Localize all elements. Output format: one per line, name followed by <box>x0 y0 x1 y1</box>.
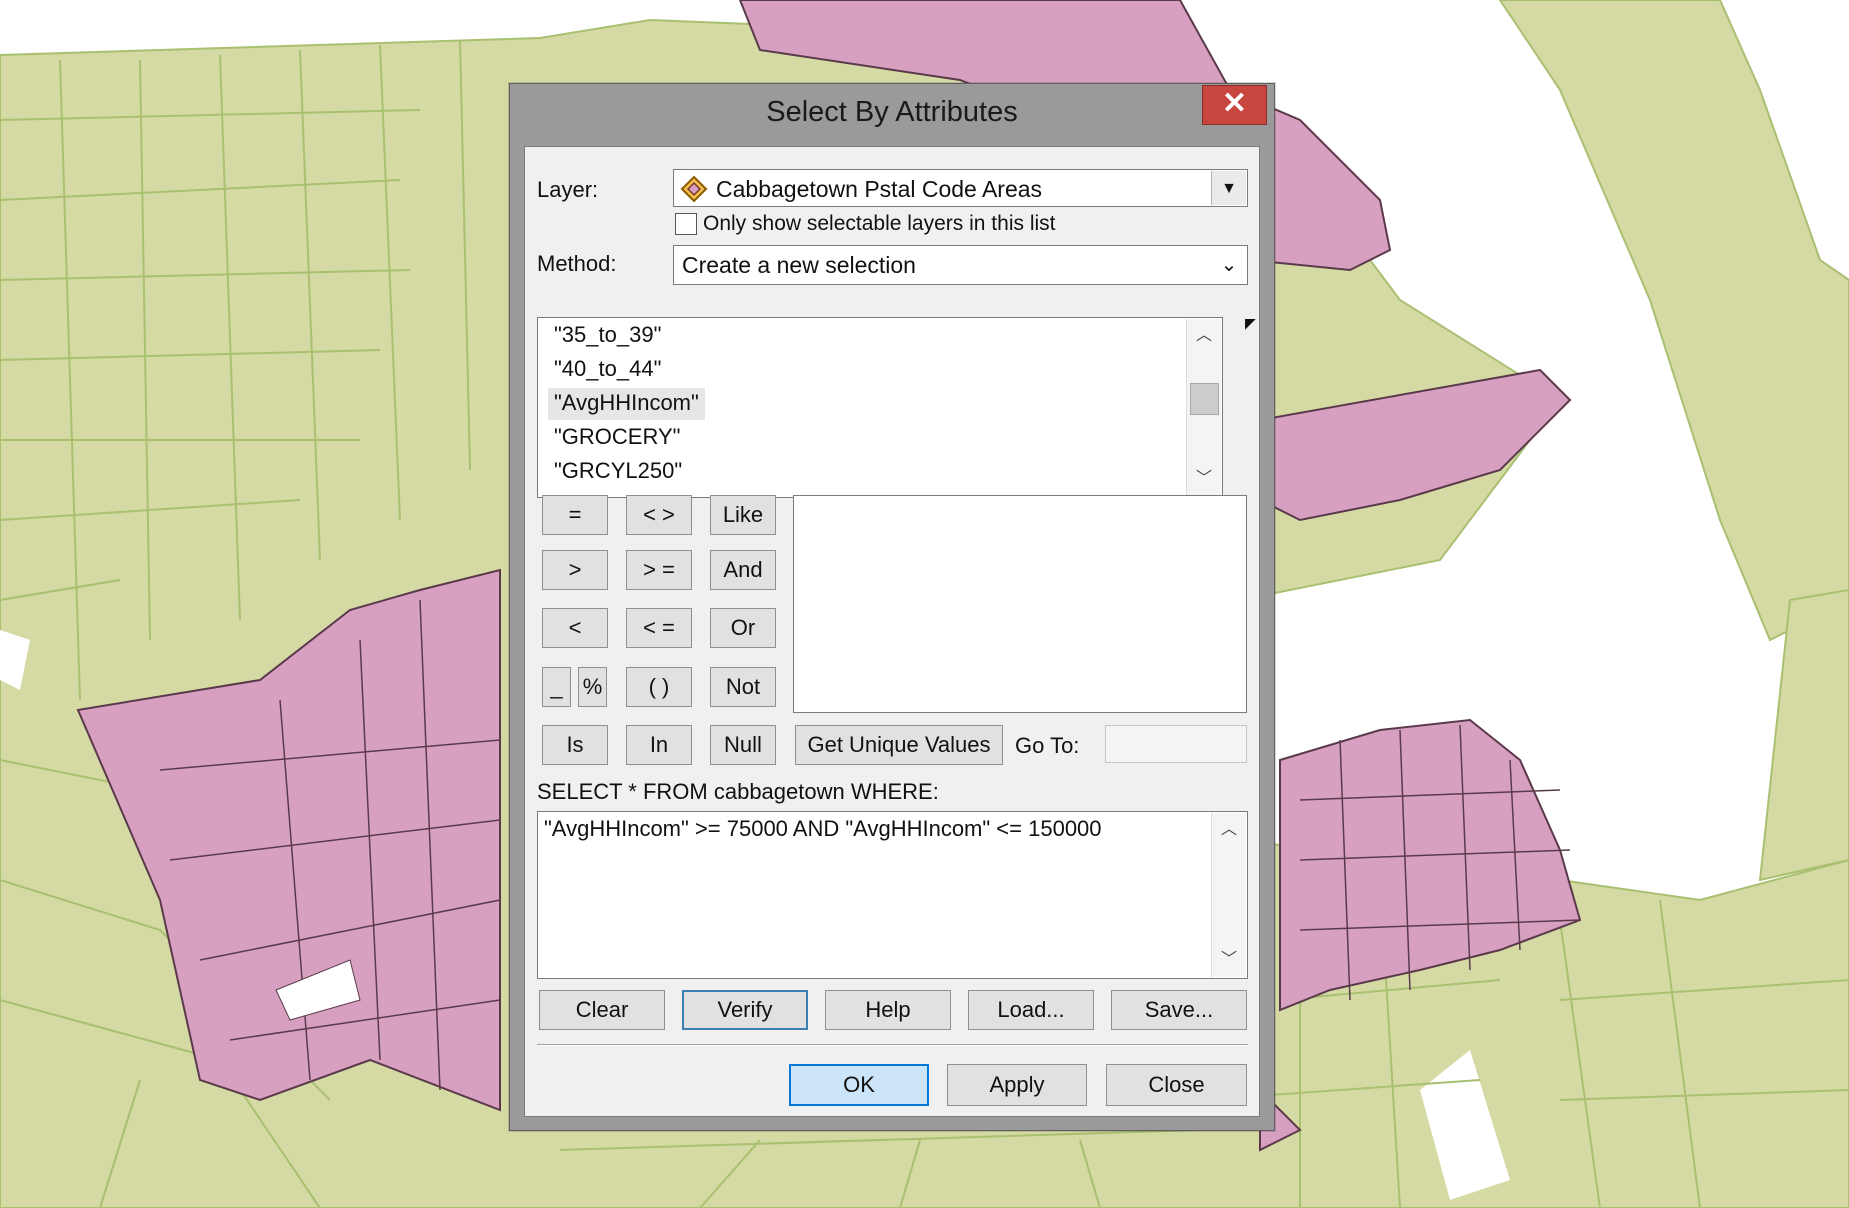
get-unique-values-button[interactable]: Get Unique Values <box>795 725 1003 765</box>
operator-greater-button[interactable]: > <box>542 550 608 590</box>
parentheses-button[interactable]: ( ) <box>626 667 692 707</box>
operator-greater-equal-button[interactable]: > = <box>626 550 692 590</box>
operator-not-equals-button[interactable]: < > <box>626 495 692 535</box>
fields-scrollbar[interactable]: ︿ ﹀ <box>1186 319 1221 496</box>
dialog-titlebar[interactable]: Select By Attributes ✕ <box>510 84 1274 142</box>
apply-button[interactable]: Apply <box>947 1064 1087 1106</box>
operator-less-equal-button[interactable]: < = <box>626 608 692 648</box>
chevron-down-icon[interactable]: ⌄ <box>1212 247 1246 283</box>
operator-null-button[interactable]: Null <box>710 725 776 765</box>
layer-dropdown-value: Cabbagetown Pstal Code Areas <box>716 176 1043 202</box>
operator-is-button[interactable]: Is <box>542 725 608 765</box>
field-item[interactable]: "GRCYL250" <box>548 456 688 488</box>
ok-button[interactable]: OK <box>789 1064 929 1106</box>
load-button[interactable]: Load... <box>968 990 1094 1030</box>
unique-values-list[interactable] <box>793 495 1247 713</box>
close-button[interactable]: Close <box>1106 1064 1247 1106</box>
scroll-up-icon[interactable]: ︿ <box>1212 813 1246 847</box>
layer-dropdown[interactable]: Cabbagetown Pstal Code Areas ▼ <box>673 169 1248 207</box>
scroll-down-icon[interactable]: ﹀ <box>1212 943 1246 977</box>
chevron-down-icon[interactable]: ▼ <box>1211 171 1246 205</box>
scroll-up-icon[interactable]: ︿ <box>1187 319 1221 353</box>
layer-label: Layer: <box>537 177 599 202</box>
dialog-client-area: Layer: Cabbagetown Pstal Code Areas ▼ On… <box>524 146 1260 1117</box>
wildcard-underscore-button[interactable]: _ <box>542 667 571 707</box>
separator <box>537 1044 1248 1046</box>
close-window-button[interactable]: ✕ <box>1202 85 1267 125</box>
only-selectable-checkbox[interactable] <box>675 213 697 235</box>
operator-or-button[interactable]: Or <box>710 608 776 648</box>
verify-button[interactable]: Verify <box>682 990 808 1030</box>
expression-textbox[interactable]: "AvgHHIncom" >= 75000 AND "AvgHHIncom" <… <box>537 811 1248 979</box>
field-item[interactable]: "40_to_44" <box>548 354 667 386</box>
help-button[interactable]: Help <box>825 990 951 1030</box>
dialog-title: Select By Attributes <box>766 96 1018 128</box>
expression-text: "AvgHHIncom" >= 75000 AND "AvgHHIncom" <… <box>544 816 1102 841</box>
method-label: Method: <box>537 251 617 276</box>
goto-input[interactable] <box>1105 725 1247 763</box>
save-button[interactable]: Save... <box>1111 990 1247 1030</box>
select-by-attributes-dialog: Select By Attributes ✕ Layer: Cabbagetow… <box>509 83 1275 1131</box>
only-selectable-label: Only show selectable layers in this list <box>703 212 1056 235</box>
operator-and-button[interactable]: And <box>710 550 776 590</box>
list-options-icon[interactable]: ◤ <box>1245 315 1256 332</box>
operator-equals-button[interactable]: = <box>542 495 608 535</box>
select-from-label: SELECT * FROM cabbagetown WHERE: <box>537 779 939 804</box>
expression-scrollbar[interactable]: ︿ ﹀ <box>1211 813 1246 977</box>
operator-not-button[interactable]: Not <box>710 667 776 707</box>
method-dropdown[interactable]: Create a new selection ⌄ <box>673 245 1248 285</box>
clear-button[interactable]: Clear <box>539 990 665 1030</box>
polygon-layer-icon <box>680 175 708 203</box>
operator-like-button[interactable]: Like <box>710 495 776 535</box>
field-item-selected[interactable]: "AvgHHIncom" <box>548 388 705 420</box>
method-dropdown-value: Create a new selection <box>682 252 916 278</box>
operator-less-button[interactable]: < <box>542 608 608 648</box>
wildcard-percent-button[interactable]: % <box>578 667 607 707</box>
operator-in-button[interactable]: In <box>626 725 692 765</box>
field-item[interactable]: "GROCERY" <box>548 422 686 454</box>
field-item[interactable]: "35_to_39" <box>548 320 667 352</box>
scrollbar-thumb[interactable] <box>1190 383 1219 415</box>
scroll-down-icon[interactable]: ﹀ <box>1187 462 1221 496</box>
fields-listbox[interactable]: "35_to_39" "40_to_44" "AvgHHIncom" "GROC… <box>537 317 1223 498</box>
goto-label: Go To: <box>1015 733 1080 758</box>
